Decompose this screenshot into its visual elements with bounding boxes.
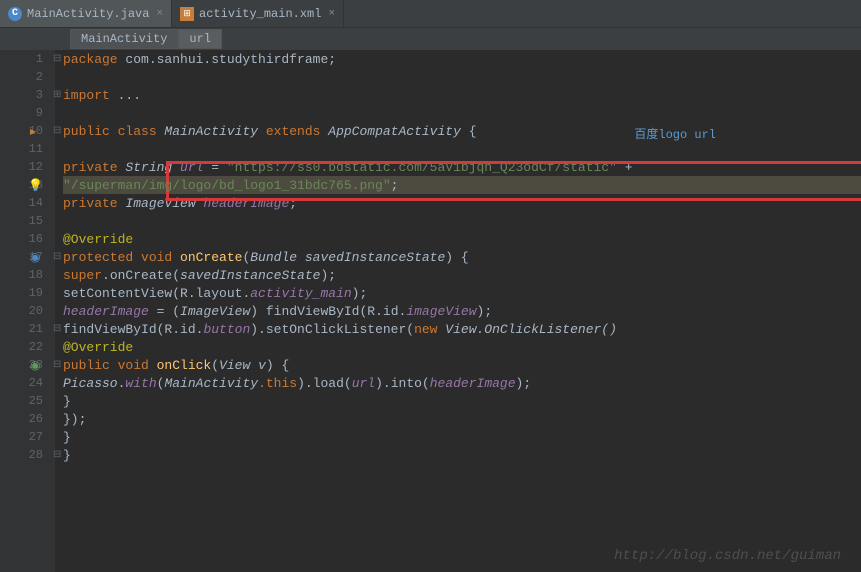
breadcrumb-field[interactable]: url	[178, 29, 222, 49]
close-icon[interactable]: ×	[156, 8, 163, 20]
line-number: 25	[0, 392, 51, 410]
annotation-label: 百度logo url	[634, 125, 716, 142]
line-number: 27	[0, 428, 51, 446]
line-number: 15	[0, 212, 51, 230]
line-number: 21	[0, 320, 51, 338]
watermark: http://blog.csdn.net/guiman	[614, 548, 841, 564]
line-number: 9	[0, 104, 51, 122]
code-area[interactable]: ⊟package com.sanhui.studythirdframe; ⊞im…	[55, 50, 861, 572]
line-number: 12	[0, 158, 51, 176]
line-number: 28	[0, 446, 51, 464]
tab-label: activity_main.xml	[199, 7, 321, 21]
line-number: ◉17	[0, 248, 51, 266]
line-number: 💡13	[0, 176, 51, 194]
line-number: 26	[0, 410, 51, 428]
tab-activity-main-xml[interactable]: ⊞ activity_main.xml ×	[172, 0, 344, 27]
tab-label: MainActivity.java	[27, 7, 149, 21]
line-number: 19	[0, 284, 51, 302]
breadcrumb: MainActivity url	[0, 28, 861, 50]
close-icon[interactable]: ×	[328, 8, 335, 20]
line-number: 20	[0, 302, 51, 320]
line-number: 1	[0, 50, 51, 68]
fold-icon[interactable]: ⊟	[53, 251, 61, 263]
run-gutter-icon[interactable]: ▸	[30, 124, 44, 138]
line-number: 14	[0, 194, 51, 212]
line-number: 18	[0, 266, 51, 284]
fold-icon[interactable]: ⊟	[53, 323, 61, 335]
line-number: 22	[0, 338, 51, 356]
line-number: 2	[0, 68, 51, 86]
line-gutter: 1 2 3 9 ▸10 11 12 💡13 14 15 16 ◉17 18 19…	[0, 50, 55, 572]
code-editor: 1 2 3 9 ▸10 11 12 💡13 14 15 16 ◉17 18 19…	[0, 50, 861, 572]
editor-tabs: C MainActivity.java × ⊞ activity_main.xm…	[0, 0, 861, 28]
fold-icon[interactable]: ⊟	[53, 125, 61, 137]
breadcrumb-class[interactable]: MainActivity	[70, 29, 178, 49]
implement-icon[interactable]: ◉	[30, 358, 44, 372]
line-number: 16	[0, 230, 51, 248]
line-number: 11	[0, 140, 51, 158]
line-number: ◉23	[0, 356, 51, 374]
fold-icon[interactable]: ⊞	[53, 89, 61, 101]
fold-icon[interactable]: ⊟	[53, 449, 61, 461]
java-class-icon: C	[8, 7, 22, 21]
bulb-icon[interactable]: 💡	[28, 178, 43, 193]
fold-icon[interactable]: ⊟	[53, 359, 61, 371]
line-number: 24	[0, 374, 51, 392]
line-number: ▸10	[0, 122, 51, 140]
tab-mainactivity-java[interactable]: C MainActivity.java ×	[0, 0, 172, 27]
line-number: 3	[0, 86, 51, 104]
fold-icon[interactable]: ⊟	[53, 53, 61, 65]
override-icon[interactable]: ◉	[30, 250, 44, 264]
xml-layout-icon: ⊞	[180, 7, 194, 21]
